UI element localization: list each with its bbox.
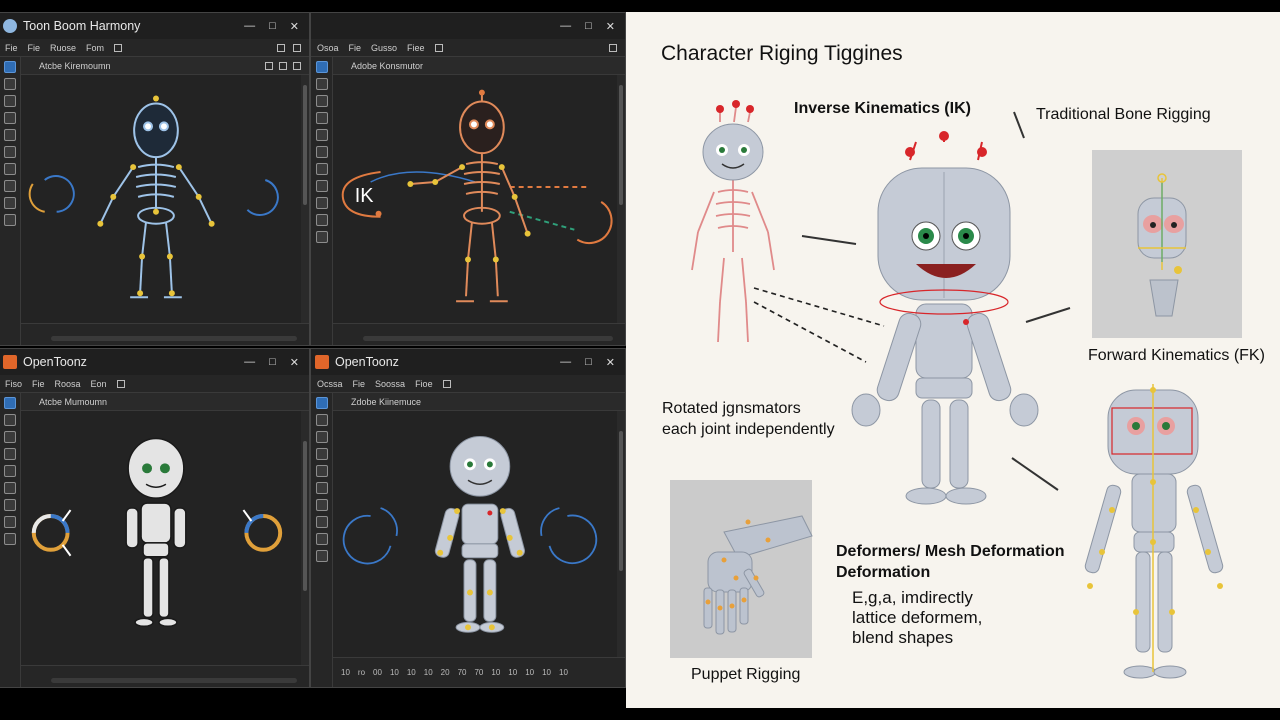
window-opentoonz-1: OpenToonz — □ ✕ Fiso Fie Roosa Eon Atcbe… <box>0 348 310 688</box>
info-panel: Character Riging Tiggines Inverse Kinema… <box>626 12 1280 708</box>
robot-figure-illustration <box>342 436 598 633</box>
window-opentoonz-2: OpenToonz — □ ✕ Ocssa Fie Soossa Fioe Zd… <box>310 348 626 688</box>
fk-label: Forward Kinematics (FK) <box>1088 347 1265 364</box>
rotate-arrow-icon <box>246 179 279 216</box>
panel-title: Character Riging Tiggines <box>661 42 903 65</box>
deformers-label-2: Deformation <box>836 564 931 581</box>
puppet-label: Puppet Rigging <box>691 666 801 683</box>
rotate-arrow-icon <box>576 201 613 245</box>
rotate-arrow-icon <box>548 514 598 565</box>
robot-figure-illustration <box>31 437 283 628</box>
ik-skeleton-illustration: IK <box>341 89 613 303</box>
rotated-label: Rotated jgnsmators <box>662 400 801 417</box>
example-line-1: E,g,a, imdirectly <box>852 588 973 607</box>
traditional-label: Traditional Bone Rigging <box>1036 106 1211 123</box>
example-line-3: blend shapes <box>852 628 954 647</box>
screen: Toon Boom Harmony — □ ✕ Fie Fie Ruose Fo… <box>0 0 1280 720</box>
deformers-label: Deformers/ Mesh Deformation <box>836 543 1065 560</box>
rotate-arrow-icon <box>44 175 75 213</box>
ik-label: Inverse Kinematics (IK) <box>794 100 971 117</box>
example-line-2: lattice deformem, <box>852 608 983 627</box>
ik-label: IK <box>355 185 375 207</box>
rotate-handle-icon <box>242 509 283 552</box>
window-toon-boom-harmony: Toon Boom Harmony — □ ✕ Fie Fie Ruose Fo… <box>0 12 310 346</box>
rotate-handle-icon <box>31 509 72 557</box>
rotate-arrow-icon <box>342 514 392 565</box>
skeleton-figure-illustration <box>28 95 279 299</box>
rotated-label-2: each joint independently <box>662 421 835 438</box>
window-adobe-ik: — □ ✕ Osoa Fie Gusso Fiee Adobe Konsmuto… <box>310 12 626 346</box>
